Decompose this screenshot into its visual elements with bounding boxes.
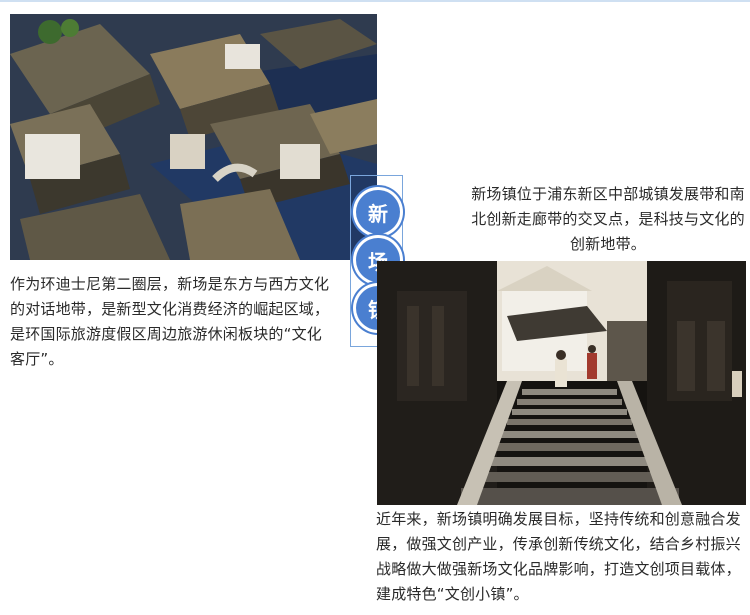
stone-stairs-street-photo bbox=[377, 261, 746, 505]
top-divider bbox=[0, 0, 750, 2]
paragraph-development: 近年来，新场镇明确发展目标，坚持传统和创意融合发展，做强文创产业，传承创新传统文… bbox=[376, 510, 741, 603]
paragraph-location: 新场镇位于浦东新区中部城镇发展带和南北创新走廊带的交叉点，是科技与文化的创新地带… bbox=[471, 185, 745, 253]
title-char-1: 新 bbox=[356, 190, 400, 234]
paragraph-culture-lounge: 作为环迪士尼第二圈层，新场是东方与西方文化的对话地带，是新型文化消费经济的崛起区… bbox=[10, 275, 330, 368]
aerial-rooftops-photo bbox=[10, 14, 377, 260]
